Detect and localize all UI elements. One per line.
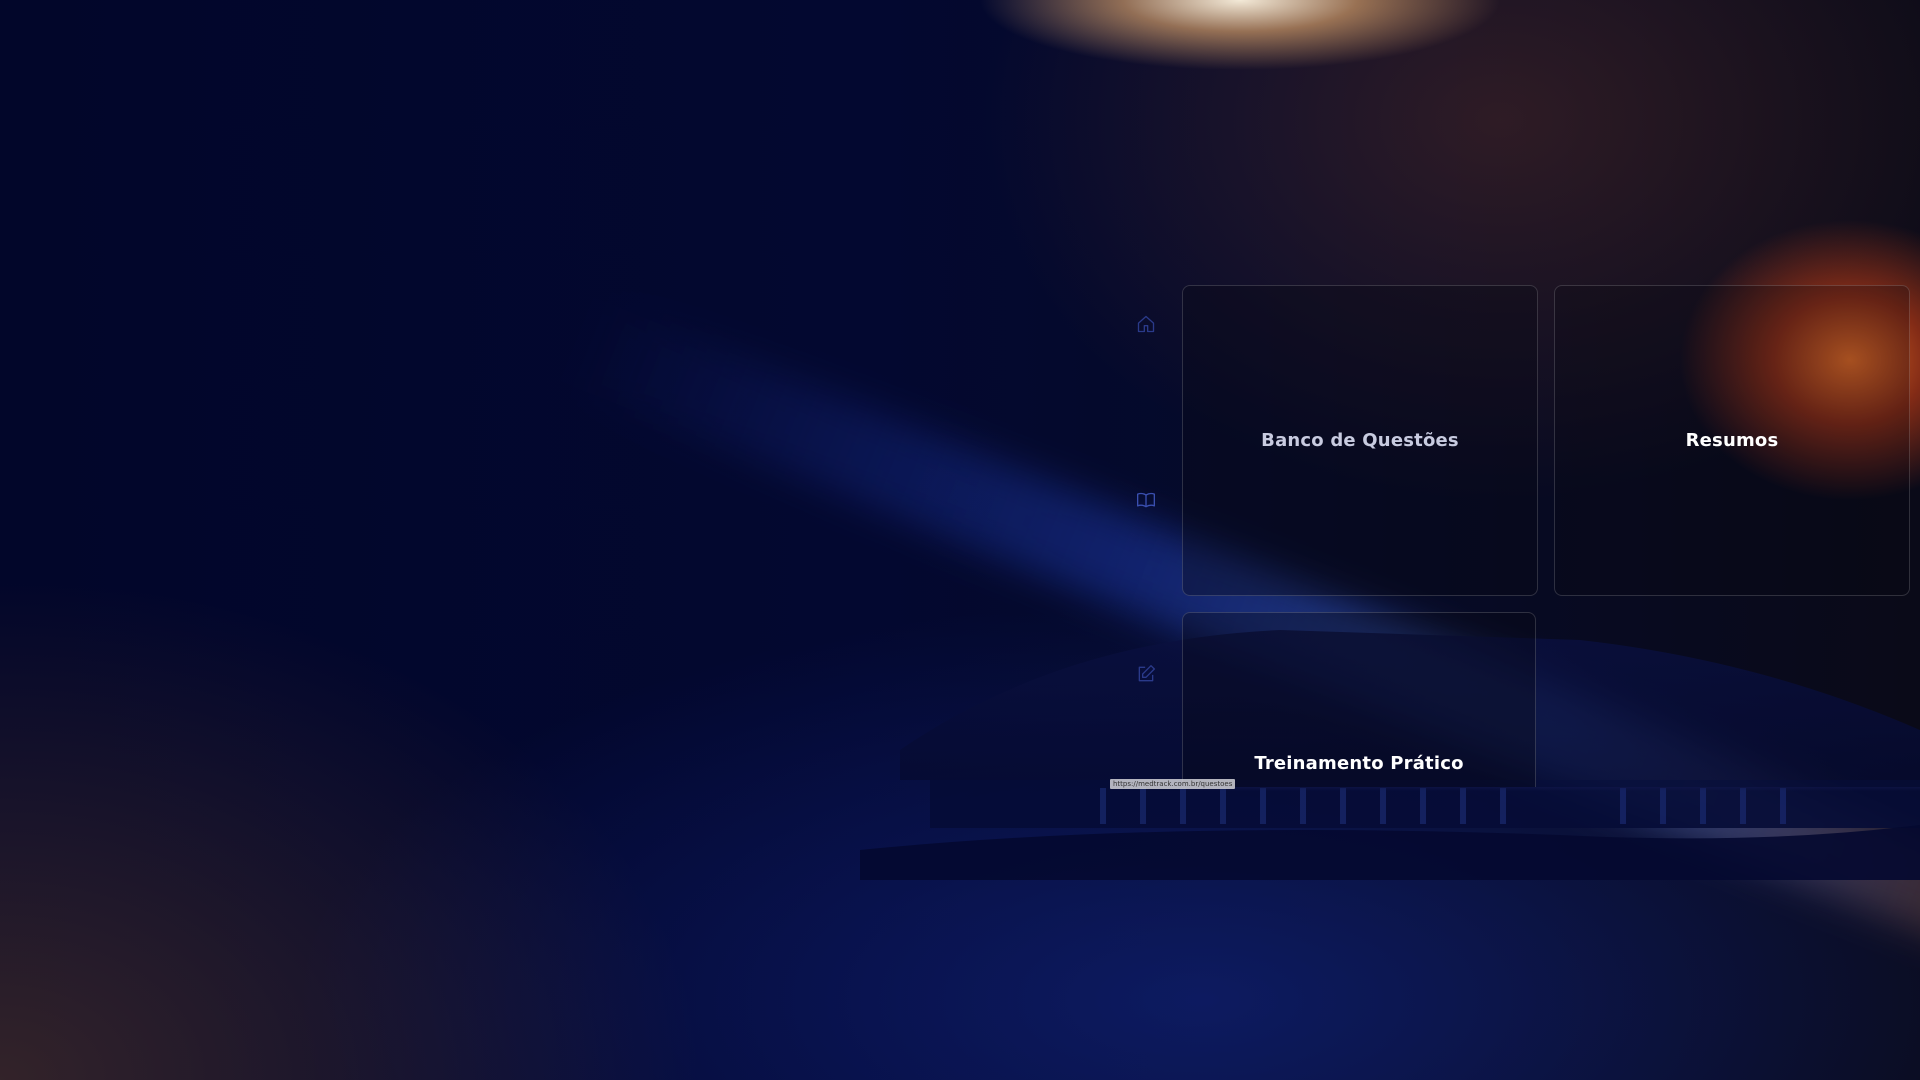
status-url-tooltip: https://medtrack.com.br/questoes [1110,779,1236,789]
practical-training-title: Treinamento Prático [1254,753,1464,774]
summaries-title: Resumos [1685,430,1779,451]
practical-training-card[interactable]: Treinamento Prático [1182,612,1536,787]
book-open-icon [1136,490,1156,515]
viewport-edge [1182,787,1920,791]
sidebar-item-books[interactable] [1130,486,1162,518]
edit-icon [1136,664,1156,689]
question-bank-card[interactable]: Banco de Questões [1182,285,1538,596]
background: Banco de Questões Resumos Treinamento Pr… [0,0,1920,1080]
sidebar-item-home[interactable] [1130,310,1162,342]
summaries-card[interactable]: Resumos [1554,285,1910,596]
question-bank-title: Banco de Questões [1261,430,1459,451]
home-icon [1136,314,1156,339]
sidebar-item-edit[interactable] [1130,660,1162,692]
